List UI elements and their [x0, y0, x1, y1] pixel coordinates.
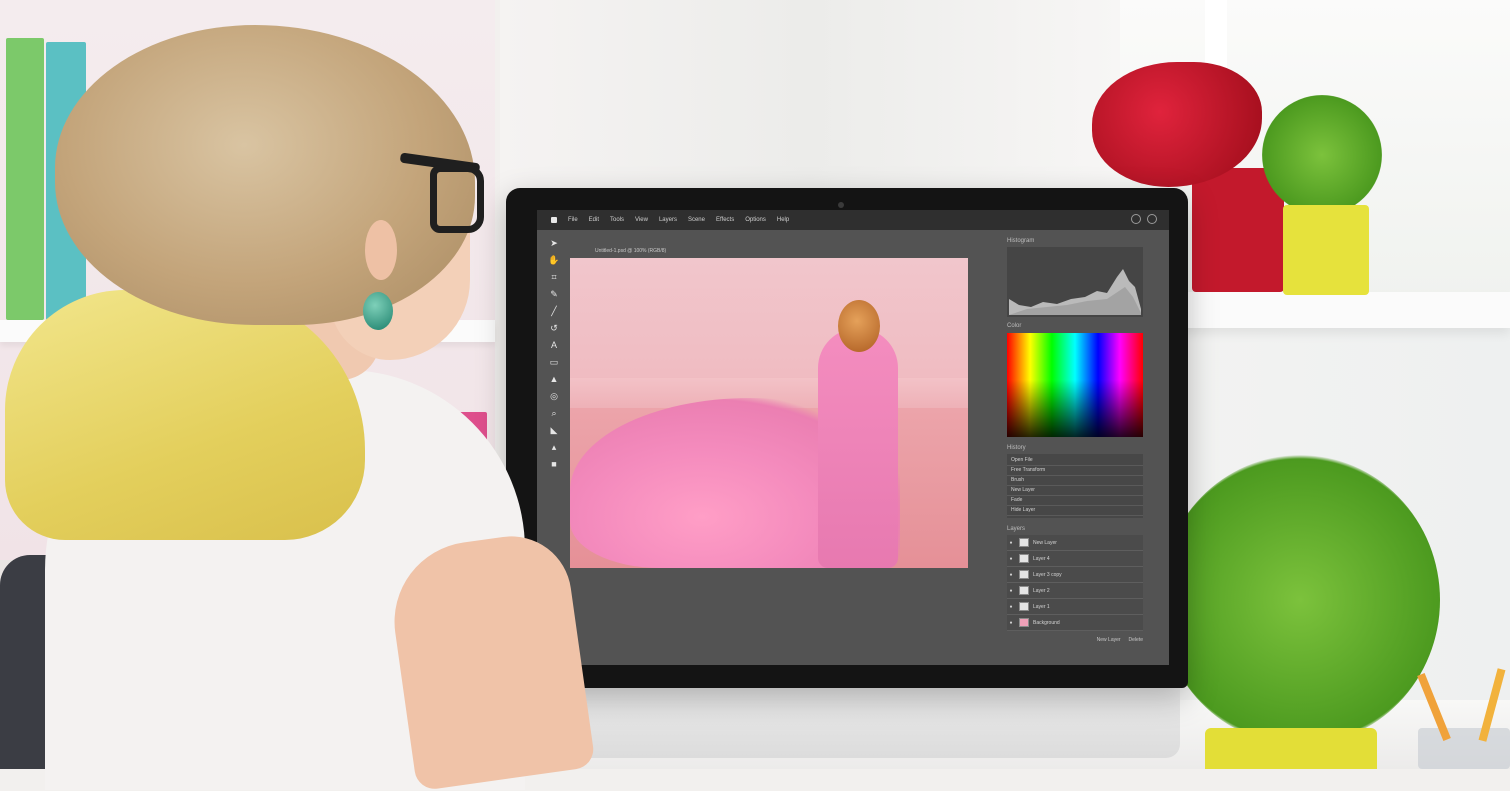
- canvas-image[interactable]: [570, 258, 968, 568]
- menu-bar: File Edit Tools View Layers Scene Effect…: [537, 210, 1169, 230]
- eye-icon[interactable]: ●: [1007, 556, 1015, 562]
- histogram-title: Histogram: [1007, 238, 1035, 244]
- layer-name: New Layer: [1033, 539, 1057, 546]
- menu-scene[interactable]: Scene: [688, 217, 705, 223]
- layer-name: Layer 2: [1033, 587, 1050, 594]
- menu-view[interactable]: View: [635, 217, 648, 223]
- layer-row[interactable]: ● Layer 3 copy: [1007, 567, 1143, 583]
- layer-name: Background: [1033, 619, 1060, 626]
- layer-name: Layer 4: [1033, 555, 1050, 562]
- layer-thumbnail: [1019, 586, 1029, 595]
- histogram-graph: [1009, 269, 1141, 315]
- history-item[interactable]: New Layer: [1007, 486, 1143, 496]
- layer-row[interactable]: ● Background: [1007, 615, 1143, 631]
- eye-icon[interactable]: ●: [1007, 572, 1015, 578]
- book-green: [6, 38, 44, 320]
- photo-woman-head: [838, 300, 880, 352]
- line-tool-icon[interactable]: ╱: [547, 306, 561, 317]
- layer-row[interactable]: ● Layer 1: [1007, 599, 1143, 615]
- history-list: Open File Free Transform Brush New Layer…: [1007, 454, 1143, 518]
- window-controls: [1131, 214, 1157, 224]
- layer-name: Layer 1: [1033, 603, 1050, 610]
- menu-help[interactable]: Help: [777, 217, 789, 223]
- layers-list: ● New Layer ● Layer 4 ● Layer 3 copy ● L…: [1007, 535, 1143, 631]
- window-sill-shelf: [1170, 292, 1510, 328]
- layers-title: Layers: [1007, 526, 1026, 532]
- lasso-tool-icon[interactable]: ↺: [547, 323, 561, 334]
- layer-name: Layer 3 copy: [1033, 571, 1062, 578]
- layer-row[interactable]: ● New Layer: [1007, 535, 1143, 551]
- pencil-cup: [1418, 728, 1510, 769]
- close-icon[interactable]: [1147, 214, 1157, 224]
- eye-icon[interactable]: ●: [1007, 620, 1015, 626]
- eye-icon[interactable]: ●: [1007, 604, 1015, 610]
- plant-foliage-desk: [1160, 455, 1440, 745]
- rectangle-tool-icon[interactable]: ▭: [547, 357, 561, 368]
- history-title: History: [1007, 445, 1026, 451]
- menu-tools[interactable]: Tools: [610, 217, 624, 223]
- glasses-frame: [430, 165, 484, 233]
- menu-edit[interactable]: Edit: [589, 217, 599, 223]
- document-tab[interactable]: Untitled-1.psd @ 100% (RGB/8): [595, 248, 666, 254]
- yellow-pot-desk: [1205, 728, 1377, 769]
- history-item[interactable]: Open File: [1007, 456, 1143, 466]
- layers-footer: New Layer Delete: [1007, 637, 1143, 643]
- history-item[interactable]: Free Transform: [1007, 466, 1143, 476]
- plant-foliage-top: [1262, 95, 1382, 215]
- history-item[interactable]: Hide Layer: [1007, 506, 1143, 516]
- app-logo-icon: [551, 217, 557, 223]
- yellow-pot-top: [1283, 205, 1369, 295]
- history-item[interactable]: Brush: [1007, 476, 1143, 486]
- minimize-icon[interactable]: [1131, 214, 1141, 224]
- histogram-panel: [1007, 247, 1143, 317]
- move-tool-icon[interactable]: ➤: [547, 238, 561, 249]
- woman-ear: [365, 220, 397, 280]
- menu-effects[interactable]: Effects: [716, 217, 734, 223]
- layer-thumbnail: [1019, 618, 1029, 627]
- photo-editor-window: File Edit Tools View Layers Scene Effect…: [537, 210, 1169, 665]
- right-panels: Histogram Color History Open File Free T…: [1007, 238, 1157, 658]
- color-picker-spectrum[interactable]: [1007, 333, 1143, 437]
- hand-tool-icon[interactable]: ✋: [547, 255, 561, 266]
- photo-woman-figure: [818, 328, 898, 568]
- menu-options[interactable]: Options: [745, 217, 766, 223]
- webcam: [838, 202, 844, 208]
- new-layer-button[interactable]: New Layer: [1097, 637, 1121, 643]
- eyedropper-tool-icon[interactable]: ✎: [547, 289, 561, 300]
- menu-layers[interactable]: Layers: [659, 217, 677, 223]
- layer-row[interactable]: ● Layer 2: [1007, 583, 1143, 599]
- bucket-tool-icon[interactable]: ◣: [547, 425, 561, 436]
- color-swatch-icon[interactable]: ■: [547, 459, 561, 470]
- layer-thumbnail: [1019, 538, 1029, 547]
- eye-icon[interactable]: ●: [1007, 588, 1015, 594]
- curtain: [500, 0, 1120, 200]
- layer-thumbnail: [1019, 570, 1029, 579]
- eye-icon[interactable]: ●: [1007, 540, 1015, 546]
- tools-panel: ➤ ✋ ⌗ ✎ ╱ ↺ A ▭ ▲ ◎ ⌕ ◣ ▴ ■: [545, 238, 563, 488]
- layer-thumbnail: [1019, 554, 1029, 563]
- history-item[interactable]: Fade: [1007, 496, 1143, 506]
- menu-file[interactable]: File: [568, 217, 578, 223]
- dodge-tool-icon[interactable]: ◎: [547, 391, 561, 402]
- color-title: Color: [1007, 323, 1022, 329]
- layer-thumbnail: [1019, 602, 1029, 611]
- fill-tool-icon[interactable]: ▲: [547, 374, 561, 385]
- layer-row[interactable]: ● Layer 4: [1007, 551, 1143, 567]
- stamp-tool-icon[interactable]: ▴: [547, 442, 561, 453]
- turquoise-earring: [363, 292, 393, 330]
- delete-layer-button[interactable]: Delete: [1129, 637, 1143, 643]
- woman-arm: [384, 528, 596, 791]
- type-tool-icon[interactable]: A: [547, 340, 561, 351]
- zoom-tool-icon[interactable]: ⌕: [547, 408, 561, 419]
- crop-tool-icon[interactable]: ⌗: [547, 272, 561, 283]
